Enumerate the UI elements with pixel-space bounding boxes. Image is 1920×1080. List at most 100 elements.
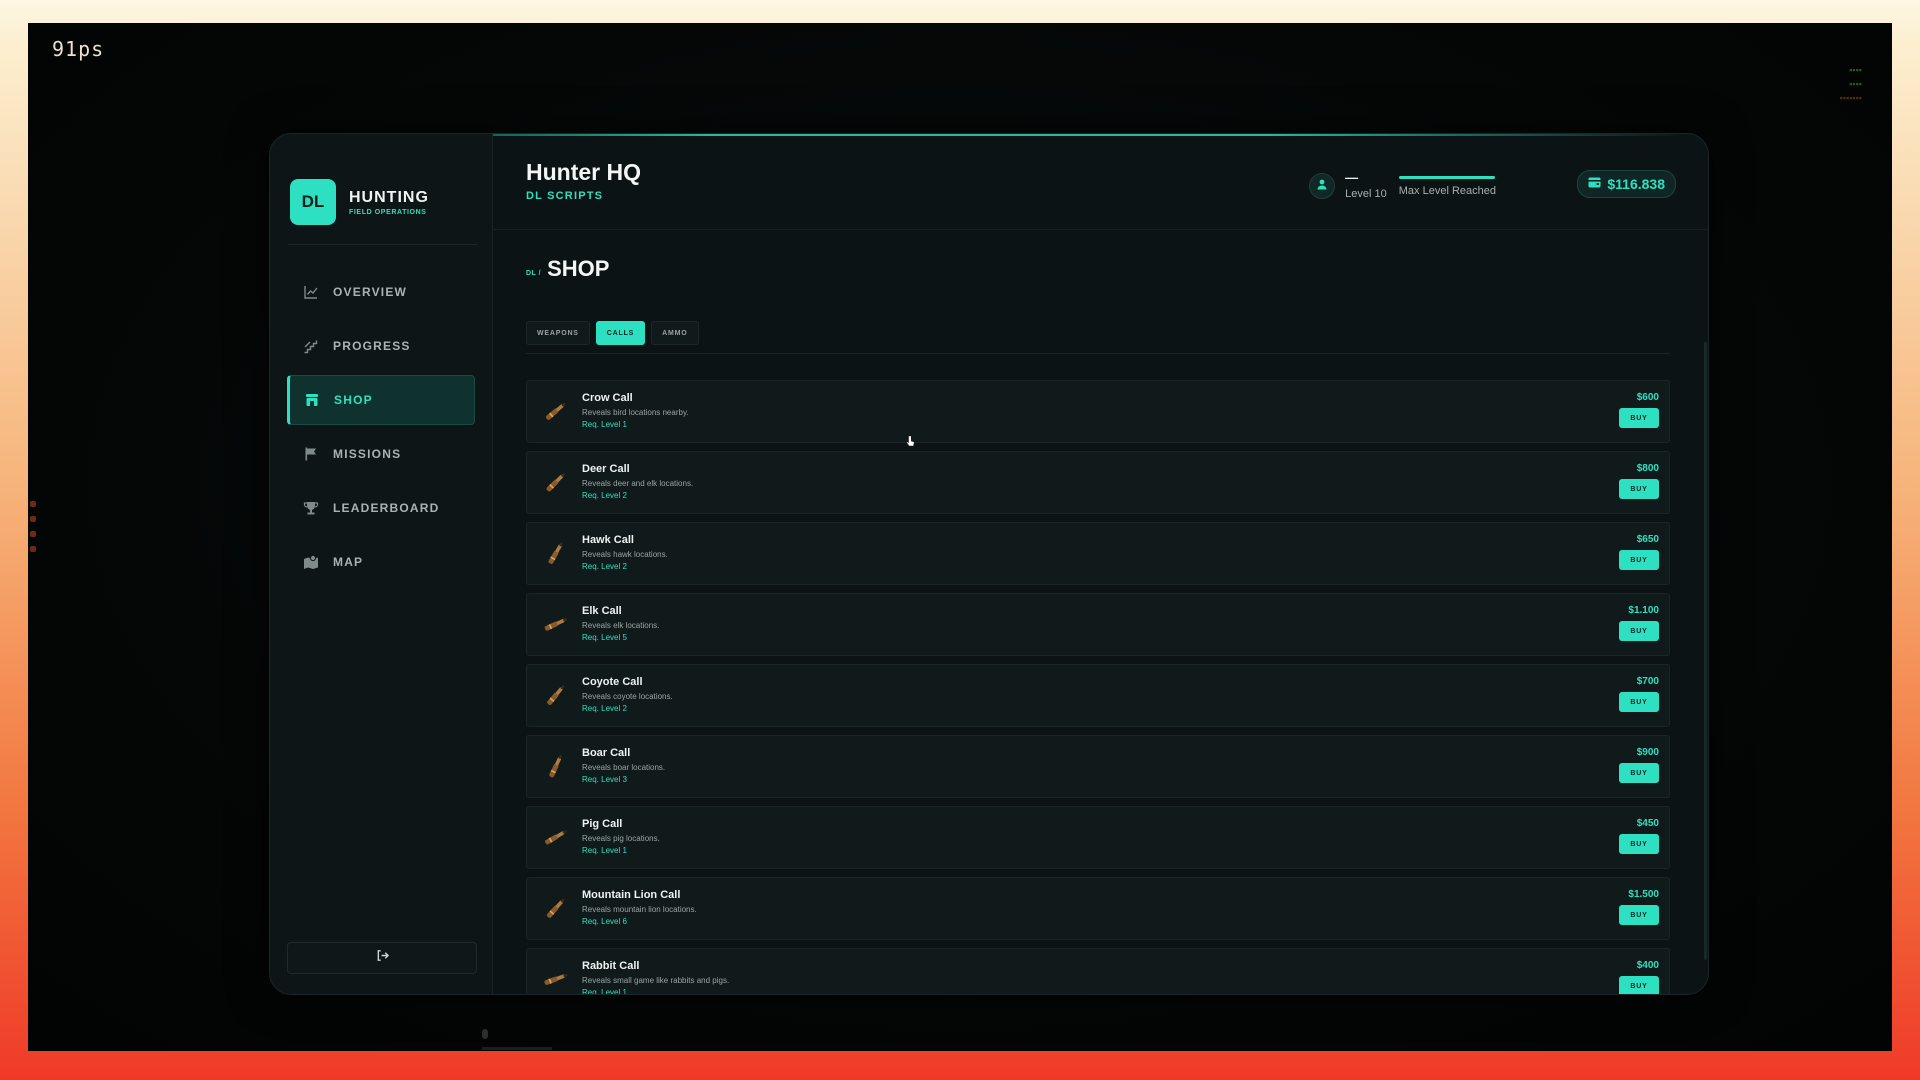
item-name: Hawk Call (582, 534, 634, 546)
buy-button[interactable]: BUY (1619, 905, 1659, 925)
money-amount: $116.838 (1607, 176, 1665, 192)
item-requirement: Req. Level 3 (582, 775, 627, 784)
shop-item: Boar Call Reveals boar locations. Req. L… (526, 735, 1670, 798)
brand: DL HUNTING FIELD OPERATIONS (290, 179, 429, 225)
sidebar-item-label: MISSIONS (333, 447, 402, 461)
item-price: $800 (1636, 463, 1659, 474)
buy-button[interactable]: BUY (1619, 834, 1659, 854)
corner-debug-overlay: ▪▪▪▪ ▪▪▪▪ ▪▪▪▪▪▪▪ (1839, 65, 1862, 103)
sidebar: DL HUNTING FIELD OPERATIONS OVERVIEW PRO… (270, 134, 493, 994)
buy-button[interactable]: BUY (1619, 976, 1659, 994)
breadcrumb-prefix: DL / (526, 270, 542, 277)
rabbit-call-icon (539, 962, 573, 994)
page-header-title: Hunter HQ (526, 159, 641, 185)
content-scrollbar[interactable] (1704, 342, 1707, 960)
sidebar-item-label: LEADERBOARD (333, 501, 440, 515)
shop-content: DL / SHOP WEAPONS CALLS AMMO Crow Call R… (492, 230, 1708, 994)
player-name: — (1345, 170, 1359, 185)
mouse-cursor (906, 434, 915, 452)
left-edge-markers (30, 501, 38, 561)
item-name: Boar Call (582, 747, 631, 759)
item-description: Reveals mountain lion locations. (582, 905, 697, 914)
sidebar-item-missions[interactable]: MISSIONS (287, 429, 475, 479)
tab-weapons[interactable]: WEAPONS (526, 321, 590, 345)
logout-icon (376, 949, 389, 967)
item-description: Reveals elk locations. (582, 621, 660, 630)
tab-calls[interactable]: CALLS (595, 321, 646, 345)
map-icon (303, 554, 319, 570)
item-price: $700 (1636, 676, 1659, 687)
shop-item: Rabbit Call Reveals small game like rabb… (526, 948, 1670, 995)
item-name: Rabbit Call (582, 960, 640, 972)
item-price: $900 (1636, 747, 1659, 758)
item-name: Crow Call (582, 392, 633, 404)
background-hud-ghost (482, 1029, 562, 1051)
sidebar-item-leaderboard[interactable]: LEADERBOARD (287, 483, 475, 533)
breadcrumb: DL / SHOP (526, 256, 609, 282)
item-description: Reveals hawk locations. (582, 550, 668, 559)
item-description: Reveals small game like rabbits and pigs… (582, 976, 730, 985)
shop-item: Crow Call Reveals bird locations nearby.… (526, 380, 1670, 443)
brand-divider (288, 244, 478, 245)
item-requirement: Req. Level 6 (582, 917, 627, 926)
sidebar-item-overview[interactable]: OVERVIEW (287, 267, 475, 317)
buy-button[interactable]: BUY (1619, 408, 1659, 428)
item-name: Deer Call (582, 463, 630, 475)
sidebar-item-label: SHOP (334, 393, 373, 407)
sidebar-item-map[interactable]: MAP (287, 537, 475, 587)
tab-ammo[interactable]: AMMO (651, 321, 699, 345)
fps-counter: 91ps (52, 37, 105, 61)
item-price: $600 (1636, 392, 1659, 403)
elk-call-icon (539, 607, 573, 641)
coyote-call-icon (539, 678, 573, 712)
logout-button[interactable] (287, 942, 477, 974)
item-price: $400 (1636, 960, 1659, 971)
item-name: Mountain Lion Call (582, 889, 681, 901)
xp-progress-fill (1398, 175, 1495, 179)
item-requirement: Req. Level 1 (582, 988, 627, 995)
boar-call-icon (539, 749, 573, 783)
mountain-lion-call-icon (539, 891, 573, 925)
game-viewport: 91ps ▪▪▪▪ ▪▪▪▪ ▪▪▪▪▪▪▪ DL HUNTING FIELD OP… (28, 23, 1892, 1051)
buy-button[interactable]: BUY (1619, 621, 1659, 641)
item-name: Elk Call (582, 605, 622, 617)
hunter-hq-tablet: DL HUNTING FIELD OPERATIONS OVERVIEW PRO… (269, 133, 1709, 995)
item-requirement: Req. Level 2 (582, 562, 627, 571)
item-description: Reveals bird locations nearby. (582, 408, 689, 417)
wallet-icon (1588, 175, 1601, 193)
player-level: Level 10 (1345, 188, 1387, 200)
page-title: SHOP (547, 256, 610, 281)
item-price: $450 (1636, 818, 1659, 829)
item-requirement: Req. Level 2 (582, 704, 627, 713)
item-requirement: Req. Level 1 (582, 420, 627, 429)
item-requirement: Req. Level 5 (582, 633, 627, 642)
sidebar-item-progress[interactable]: PROGRESS (287, 321, 475, 371)
tabs-divider (526, 353, 1670, 354)
buy-button[interactable]: BUY (1619, 479, 1659, 499)
pig-call-icon (539, 820, 573, 854)
item-price: $1.500 (1628, 889, 1659, 900)
shop-item-list: Crow Call Reveals bird locations nearby.… (526, 380, 1670, 995)
header: Hunter HQ DL SCRIPTS — Level 10 Max Leve… (492, 134, 1708, 230)
deer-call-icon (539, 465, 573, 499)
item-requirement: Req. Level 2 (582, 491, 627, 500)
item-description: Reveals pig locations. (582, 834, 660, 843)
avatar (1309, 173, 1336, 199)
buy-button[interactable]: BUY (1619, 763, 1659, 783)
shop-item: Pig Call Reveals pig locations. Req. Lev… (526, 806, 1670, 869)
item-requirement: Req. Level 1 (582, 846, 627, 855)
sidebar-item-shop[interactable]: SHOP (287, 375, 475, 425)
store-icon (304, 392, 320, 408)
shop-item: Coyote Call Reveals coyote locations. Re… (526, 664, 1670, 727)
user-icon (1316, 177, 1328, 195)
item-price: $650 (1636, 534, 1659, 545)
chart-line-icon (303, 284, 319, 300)
brand-title: HUNTING (349, 188, 429, 206)
shop-item: Deer Call Reveals deer and elk locations… (526, 451, 1670, 514)
item-description: Reveals coyote locations. (582, 692, 673, 701)
buy-button[interactable]: BUY (1619, 550, 1659, 570)
brand-logo: DL (290, 179, 336, 225)
item-description: Reveals deer and elk locations. (582, 479, 694, 488)
item-name: Coyote Call (582, 676, 643, 688)
buy-button[interactable]: BUY (1619, 692, 1659, 712)
